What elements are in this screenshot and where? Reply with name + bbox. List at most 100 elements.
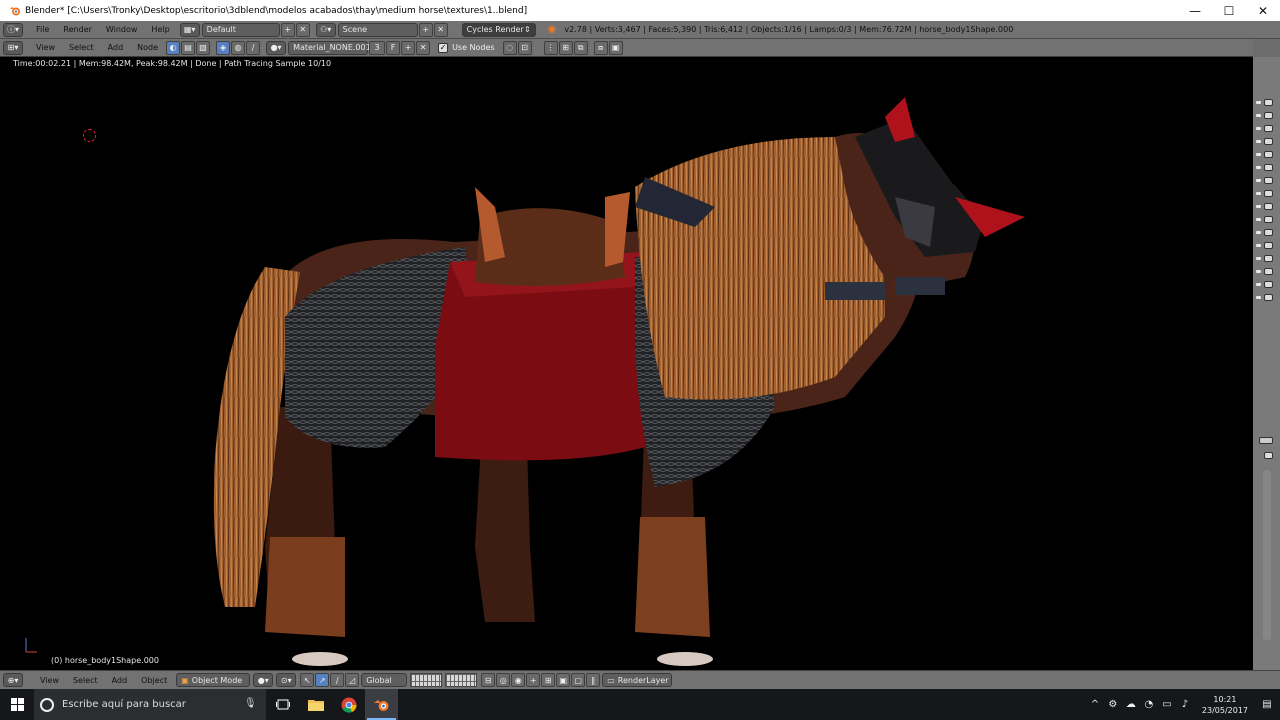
compositing-nodes-icon[interactable]: ▧ bbox=[196, 40, 211, 55]
outliner-row[interactable] bbox=[1255, 294, 1275, 302]
close-button[interactable]: ✕ bbox=[1246, 0, 1280, 21]
menu-window[interactable]: Window bbox=[99, 23, 145, 37]
menu-select[interactable]: Select bbox=[62, 41, 101, 55]
snap-element-icon[interactable]: ⊞ bbox=[558, 40, 573, 55]
screen-layout-field[interactable]: Default bbox=[201, 22, 280, 37]
visibility-icon[interactable] bbox=[1264, 255, 1273, 262]
copy-nodes-icon[interactable]: ⧉ bbox=[573, 40, 588, 55]
interaction-mode-select[interactable]: ▣ Object Mode bbox=[176, 673, 251, 687]
visibility-icon[interactable] bbox=[1264, 125, 1273, 132]
properties-scrollbar[interactable] bbox=[1263, 470, 1271, 640]
pivot-point-icon[interactable]: ⊙▾ bbox=[276, 673, 297, 687]
outliner-row[interactable] bbox=[1255, 242, 1275, 250]
outliner-row[interactable] bbox=[1255, 190, 1275, 198]
lock-layers-icon[interactable]: ⊟ bbox=[481, 673, 496, 687]
menu-render[interactable]: Render bbox=[56, 23, 98, 37]
material-users-count[interactable]: 3 bbox=[369, 40, 386, 55]
outliner-row[interactable] bbox=[1255, 125, 1275, 133]
visibility-icon[interactable] bbox=[1264, 268, 1273, 275]
outliner-row[interactable] bbox=[1255, 281, 1275, 289]
menu-node[interactable]: Node bbox=[130, 41, 165, 55]
transform-orientation-select[interactable]: Global bbox=[361, 673, 408, 687]
menu-file[interactable]: File bbox=[29, 23, 56, 37]
scale-manipulator-icon[interactable]: ◿ bbox=[345, 673, 360, 687]
outliner-row[interactable] bbox=[1255, 164, 1275, 172]
backdrop-icon[interactable]: ◌ bbox=[502, 40, 517, 55]
outliner-row[interactable] bbox=[1255, 216, 1275, 224]
new-material-button[interactable]: + bbox=[401, 40, 416, 55]
outliner-row[interactable] bbox=[1255, 112, 1275, 120]
start-button[interactable] bbox=[0, 689, 34, 720]
panel-resize-handle[interactable] bbox=[1257, 437, 1277, 445]
rotate-manipulator-icon[interactable]: ∕ bbox=[330, 673, 345, 687]
outliner-row[interactable] bbox=[1255, 138, 1275, 146]
visibility-icon[interactable] bbox=[1264, 229, 1273, 236]
wifi-icon[interactable]: ◔ bbox=[1142, 699, 1156, 710]
visibility-icon[interactable] bbox=[1264, 151, 1273, 158]
rendered-viewport[interactable]: Time:00:02.21 | Mem:98.42M, Peak:98.42M … bbox=[5, 57, 1253, 670]
snap-element-3d-icon[interactable]: + bbox=[526, 673, 541, 687]
remove-layout-button[interactable]: ✕ bbox=[295, 22, 310, 37]
editor-type-3dview-button[interactable]: ⊕▾ bbox=[3, 673, 23, 687]
fake-user-button[interactable]: F bbox=[386, 40, 401, 55]
scene-layers-grid-2-icon[interactable] bbox=[445, 673, 478, 687]
remove-scene-button[interactable]: ✕ bbox=[433, 22, 448, 37]
clipboard-icon[interactable]: ▣ bbox=[608, 40, 623, 55]
visibility-icon[interactable] bbox=[1264, 177, 1273, 184]
3d-cursor-icon[interactable] bbox=[83, 129, 96, 142]
network-icon[interactable]: ⚙ bbox=[1106, 699, 1120, 710]
material-icon[interactable]: ●▾ bbox=[266, 40, 287, 55]
action-center-icon[interactable]: ▤ bbox=[1260, 699, 1274, 710]
translate-manipulator-icon[interactable]: ↗ bbox=[315, 673, 330, 687]
viewport-shading-icon[interactable]: ●▾ bbox=[253, 673, 274, 687]
volume-icon[interactable]: ♪ bbox=[1178, 699, 1192, 710]
outliner-row[interactable] bbox=[1255, 268, 1275, 276]
outliner-row[interactable] bbox=[1255, 229, 1275, 237]
visibility-icon[interactable] bbox=[1264, 164, 1273, 171]
taskbar-search[interactable]: Escribe aquí para buscar 🎙 bbox=[34, 689, 266, 720]
outliner-row[interactable] bbox=[1255, 151, 1275, 159]
task-view-button[interactable] bbox=[266, 689, 299, 720]
menu-view-3d[interactable]: View bbox=[33, 673, 66, 687]
menu-view[interactable]: View bbox=[29, 41, 62, 55]
editor-type-node-button[interactable]: ⊞▾ bbox=[3, 40, 23, 55]
properties-editor-button[interactable] bbox=[1255, 452, 1275, 460]
editor-type-info-button[interactable]: ⓘ▾ bbox=[3, 22, 23, 37]
battery-icon[interactable]: ▭ bbox=[1160, 699, 1174, 710]
world-shader-icon[interactable]: ◍ bbox=[231, 40, 246, 55]
snap-toggle-icon[interactable]: ◉ bbox=[511, 673, 526, 687]
outliner-row[interactable] bbox=[1255, 177, 1275, 185]
use-nodes-checkbox[interactable]: ✓ bbox=[438, 42, 449, 53]
opengl-render-anim-icon[interactable]: ▢ bbox=[571, 673, 586, 687]
snap-icon[interactable]: ⋮ bbox=[543, 40, 558, 55]
manipulator-toggle-icon[interactable]: ↖ bbox=[300, 673, 315, 687]
show-hidden-icons-icon[interactable]: ^ bbox=[1088, 699, 1102, 710]
material-name-field[interactable]: Material_NONE.001 bbox=[288, 40, 371, 55]
blender-taskbar-button[interactable] bbox=[365, 689, 398, 720]
file-explorer-button[interactable] bbox=[299, 689, 332, 720]
menu-help[interactable]: Help bbox=[144, 23, 176, 37]
visibility-icon[interactable] bbox=[1264, 294, 1273, 301]
snap-target-icon[interactable]: ⊞ bbox=[541, 673, 556, 687]
visibility-icon[interactable] bbox=[1264, 216, 1273, 223]
texture-nodes-icon[interactable]: ▤ bbox=[181, 40, 196, 55]
unlink-material-button[interactable]: ✕ bbox=[416, 40, 431, 55]
visibility-icon[interactable] bbox=[1264, 281, 1273, 288]
scene-field[interactable]: Scene bbox=[337, 22, 418, 37]
microphone-icon[interactable]: 🎙 bbox=[244, 698, 258, 712]
node-tree-pin-icon[interactable]: ⊡ bbox=[517, 40, 532, 55]
scene-icon[interactable]: ⚇▾ bbox=[315, 22, 336, 37]
visibility-icon[interactable] bbox=[1264, 112, 1273, 119]
shader-nodes-icon[interactable]: ◐ bbox=[166, 40, 181, 55]
add-layout-button[interactable]: + bbox=[280, 22, 295, 37]
outliner-row[interactable] bbox=[1255, 255, 1275, 263]
visibility-icon[interactable] bbox=[1264, 99, 1273, 106]
visibility-icon[interactable] bbox=[1264, 242, 1273, 249]
scene-layers-grid-icon[interactable] bbox=[410, 673, 443, 687]
onedrive-icon[interactable]: ☁ bbox=[1124, 699, 1138, 710]
opengl-render-image-icon[interactable]: ▣ bbox=[556, 673, 571, 687]
paste-nodes-icon[interactable]: ⧈ bbox=[593, 40, 608, 55]
outliner-row[interactable] bbox=[1255, 99, 1275, 107]
maximize-button[interactable]: ☐ bbox=[1212, 0, 1246, 21]
visibility-icon[interactable] bbox=[1264, 138, 1273, 145]
